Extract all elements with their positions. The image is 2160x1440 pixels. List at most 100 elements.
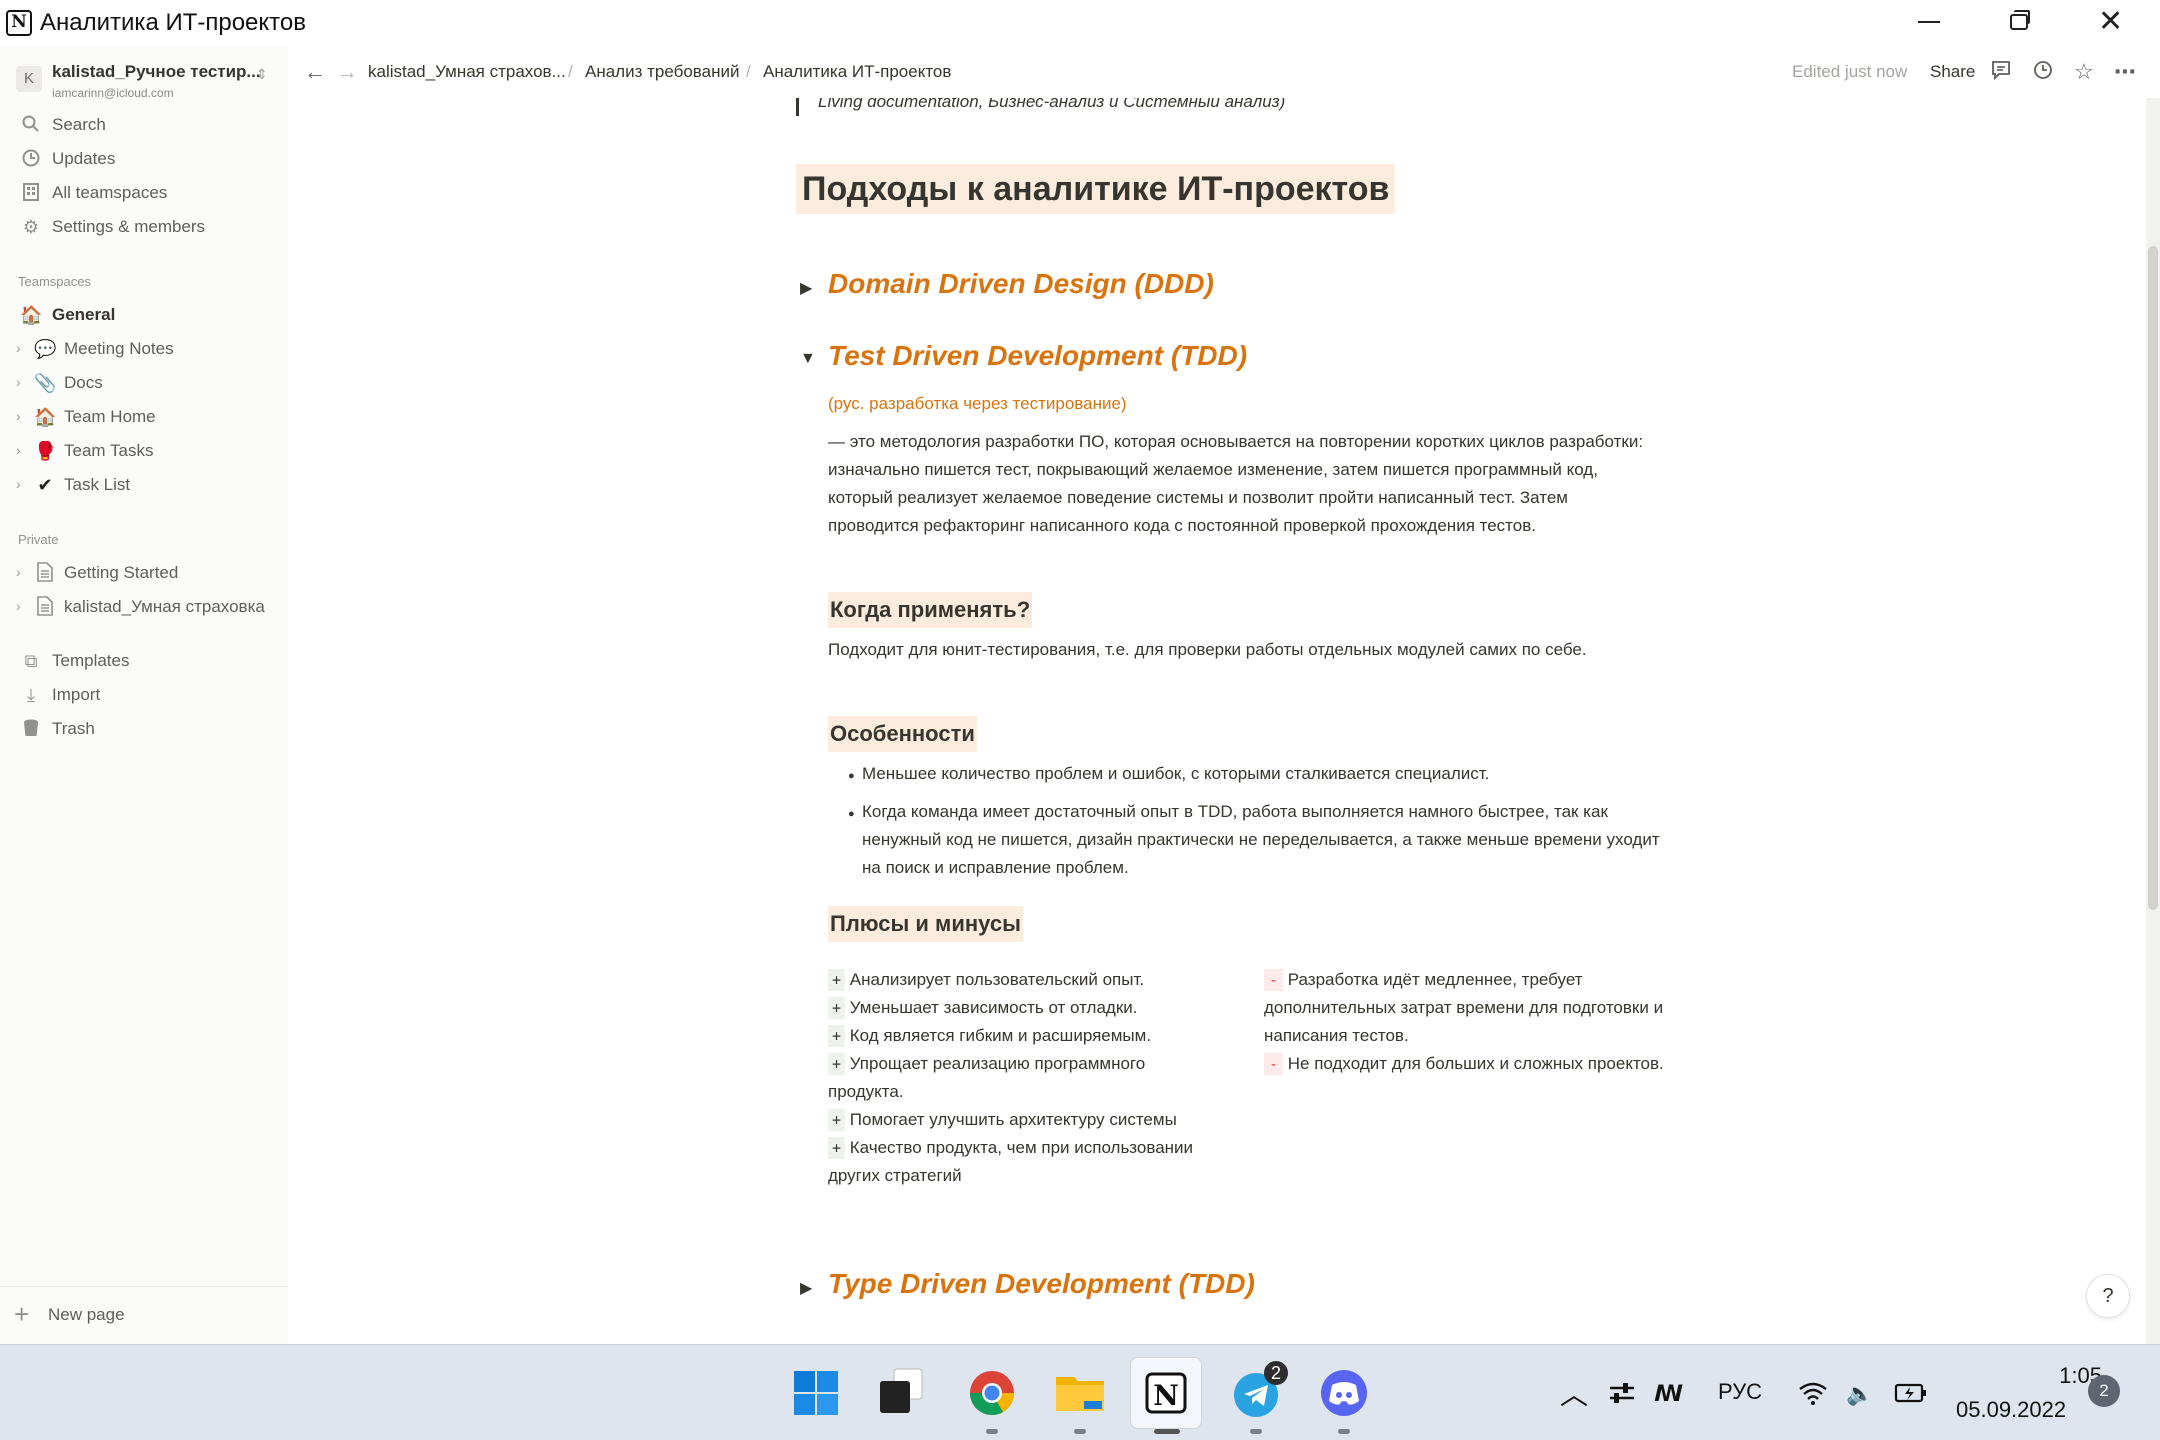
teamspaces-label: Teamspaces [18,274,91,289]
sidebar-item-all-teamspaces[interactable]: All teamspaces [0,176,288,210]
discord-running-indicator [1338,1429,1350,1434]
toggle-title-ddd[interactable]: Domain Driven Design (DDD) [828,268,1214,300]
chevron-updown-icon: ⇕ [256,66,268,82]
breadcrumb-separator: / [568,62,573,81]
when-text: Подходит для юнит-тестирования, т.е. для… [828,640,1587,659]
task-view-icon[interactable] [864,1357,936,1429]
quote-text: Living documentation, Бизнес-анализ и Си… [818,98,1286,111]
more-dots-icon[interactable]: ⋯ [2114,59,2136,85]
plus-mark: + [828,969,846,991]
close-button[interactable]: ✕ [2064,0,2156,46]
restore-button[interactable] [1972,0,2064,46]
sidebar-item-label: Search [52,115,106,134]
page-content: Living documentation, Бизнес-анализ и Си… [288,98,2146,1344]
page-icon [34,596,56,618]
sidebar-item-task-list[interactable]: › ✔ Task List [0,468,288,502]
sidebar-item-label: Docs [64,373,103,392]
battery-charging-icon[interactable] [1894,1381,1928,1411]
sidebar-item-updates[interactable]: Updates [0,142,288,176]
forward-arrow-icon[interactable]: → [336,59,358,85]
bullet-dot: ● [848,808,855,820]
chevron-right-icon[interactable]: › [16,340,21,356]
workspace-name: kalistad_Ручное тестир... [52,62,261,81]
sidebar-item-trash[interactable]: Trash [0,712,288,746]
sidebar-item-settings[interactable]: ⚙ Settings & members [0,210,288,244]
notification-badge[interactable]: 2 [2088,1375,2120,1407]
file-explorer-icon[interactable] [1044,1357,1116,1429]
top-bar: ← → kalistad_Умная страхов... / Анализ т… [288,46,2160,98]
sidebar-item-label: All teamspaces [52,183,168,202]
chevron-right-icon[interactable]: › [16,476,21,492]
new-page-button[interactable]: + New page [0,1286,288,1342]
sliders-icon[interactable] [1608,1381,1636,1411]
breadcrumb-item[interactable]: Анализ требований [585,62,740,82]
comment-icon[interactable] [1990,59,2012,87]
pro-item: + Анализирует пользовательский опыт. [828,966,1218,994]
toggle-expanded-icon[interactable]: ▼ [800,350,816,368]
paperclip-icon: 📎 [34,373,57,393]
sidebar-item-label: Getting Started [64,563,179,582]
explorer-running-indicator [1074,1429,1086,1434]
scrollbar-thumb[interactable] [2148,246,2158,910]
discord-icon[interactable] [1308,1357,1380,1429]
minimize-button[interactable] [1882,0,1974,46]
breadcrumb-item[interactable]: kalistad_Умная страхов... [368,62,566,82]
pro-item: + Упрощает реализацию программного проду… [828,1053,1146,1101]
toggle-title-tdd[interactable]: Test Driven Development (TDD) [828,340,1247,372]
toggle-title-type-driven[interactable]: Type Driven Development (TDD) [828,1268,1255,1300]
sidebar-item-templates[interactable]: ⧉ Templates [0,644,288,678]
window-title: Аналитика ИТ-проектов [40,9,306,36]
chevron-right-icon[interactable]: › [16,564,21,580]
plus-mark: + [828,1137,846,1159]
sidebar-item-label: Templates [52,651,130,670]
sidebar: K kalistad_Ручное тестир... iamcarinn@ic… [0,46,288,1344]
minimize-icon [1918,21,1940,23]
language-indicator[interactable]: РУС [1718,1379,1762,1405]
breadcrumb-item[interactable]: Аналитика ИТ-проектов [763,62,951,82]
chevron-right-icon[interactable]: › [16,598,21,614]
sidebar-item-label: General [52,305,116,324]
sidebar-item-team-tasks[interactable]: › 🥊 Team Tasks [0,434,288,468]
sidebar-item-getting-started[interactable]: › Getting Started [0,556,288,590]
boxing-glove-icon: 🥊 [34,441,57,461]
workspace-switcher[interactable]: K kalistad_Ручное тестир... iamcarinn@ic… [16,58,278,102]
trash-icon [20,718,42,740]
plus-mark: + [828,1053,846,1075]
help-button[interactable]: ? [2086,1274,2130,1318]
notion-taskbar-icon[interactable]: N [1130,1357,1202,1429]
volume-icon[interactable]: 🔈 [1846,1381,1873,1407]
notion-active-indicator [1154,1429,1180,1434]
app-window: N Аналитика ИТ-проектов ✕ K kalistad_Руч… [0,0,2160,1440]
features-heading: Особенности [828,716,977,752]
sidebar-item-smart-insurance[interactable]: › kalistad_Умная страховка [0,590,288,624]
windows-start-icon[interactable] [780,1357,852,1429]
toggle-collapsed-icon[interactable]: ▶ [800,1278,812,1298]
meta-app-icon[interactable]: ꟿ [1654,1381,1683,1407]
telegram-icon[interactable]: 2 [1220,1357,1292,1429]
share-button[interactable]: Share [1930,62,1975,82]
chevron-up-icon[interactable]: ︿ [1560,1373,1588,1413]
sidebar-item-team-home[interactable]: › 🏠 Team Home [0,400,288,434]
sidebar-item-search[interactable]: Search [0,108,288,142]
sidebar-item-import[interactable]: ⤓ Import [0,678,288,712]
chevron-right-icon[interactable]: › [16,408,21,424]
workspace-email: iamcarinn@icloud.com [52,86,174,100]
history-clock-icon[interactable] [2032,59,2054,87]
toggle-collapsed-icon[interactable]: ▶ [800,278,812,298]
sidebar-item-label: Trash [52,719,95,738]
sidebar-item-meeting-notes[interactable]: › 💬 Meeting Notes [0,332,288,366]
sidebar-item-general[interactable]: 🏠 General [0,298,288,332]
sidebar-item-docs[interactable]: › 📎 Docs [0,366,288,400]
minus-mark: - [1264,1053,1284,1075]
star-icon[interactable]: ☆ [2074,59,2094,85]
telegram-badge: 2 [1271,1363,1281,1383]
sidebar-item-label: Updates [52,149,116,168]
chevron-right-icon[interactable]: › [16,374,21,390]
back-arrow-icon[interactable]: ← [304,59,326,85]
chrome-icon[interactable] [956,1357,1028,1429]
clock-date[interactable]: 05.09.2022 [1956,1397,2066,1423]
con-item: - Разработка идёт медленнее, требует доп… [1264,969,1664,1045]
telegram-running-indicator [1250,1429,1262,1434]
wifi-icon[interactable] [1798,1381,1828,1411]
chevron-right-icon[interactable]: › [16,442,21,458]
